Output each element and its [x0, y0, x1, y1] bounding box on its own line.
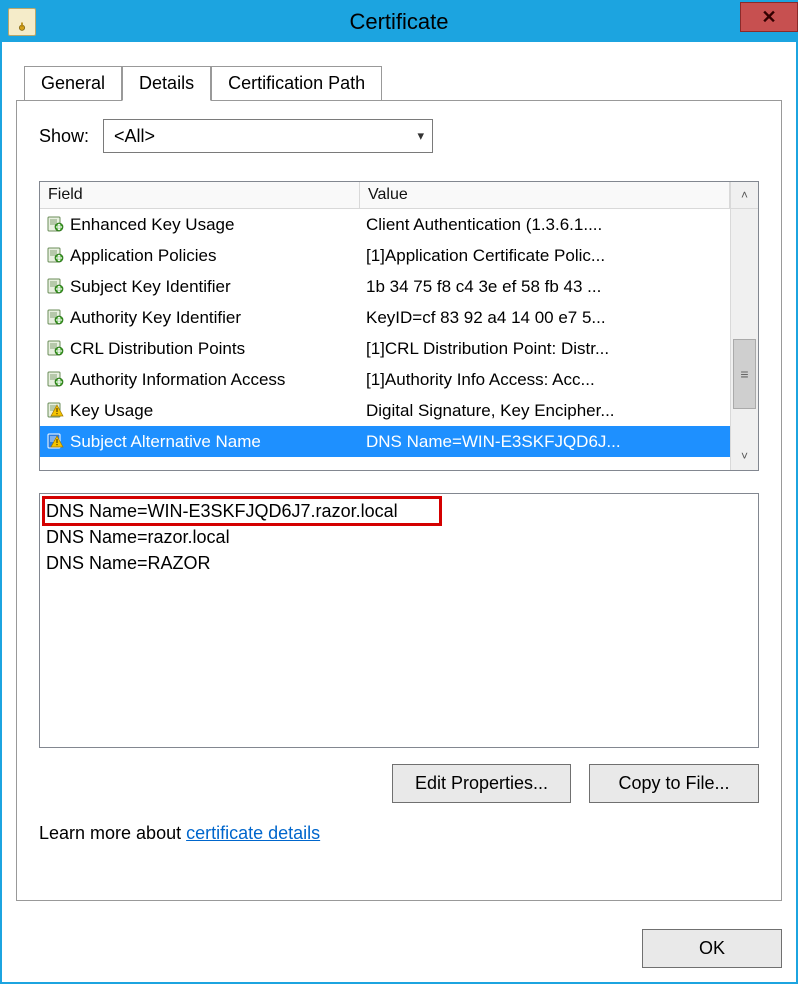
row-field: CRL Distribution Points	[68, 339, 360, 359]
titlebar: Certificate ✕	[2, 2, 796, 42]
row-field: Enhanced Key Usage	[68, 215, 360, 235]
details-line: DNS Name=WIN-E3SKFJQD6J7.razor.local	[46, 498, 752, 524]
table-row[interactable]: Enhanced Key UsageClient Authentication …	[40, 209, 730, 240]
row-field: Authority Information Access	[68, 370, 360, 390]
tab-details[interactable]: Details	[122, 66, 211, 101]
tabstrip: General Details Certification Path	[24, 62, 782, 100]
list-header: Field Value ˄	[40, 182, 758, 209]
certificate-property-icon	[44, 247, 68, 265]
vertical-scrollbar[interactable]: ≡ ˅	[730, 209, 758, 470]
scroll-up-button[interactable]: ˄	[730, 182, 758, 208]
row-value: [1]CRL Distribution Point: Distr...	[360, 339, 730, 359]
certificate-property-icon	[44, 371, 68, 389]
details-line: DNS Name=RAZOR	[46, 550, 752, 576]
row-value: Digital Signature, Key Encipher...	[360, 401, 730, 421]
close-icon: ✕	[761, 7, 776, 28]
table-row[interactable]: Authority Key IdentifierKeyID=cf 83 92 a…	[40, 302, 730, 333]
certificate-property-icon	[44, 216, 68, 234]
learn-more-prefix: Learn more about	[39, 823, 186, 843]
client-area: General Details Certification Path Show:…	[2, 42, 796, 915]
certificate-property-icon	[44, 278, 68, 296]
row-value: DNS Name=WIN-E3SKFJQD6J...	[360, 432, 730, 452]
copy-to-file-button[interactable]: Copy to File...	[589, 764, 759, 803]
certificate-details-link[interactable]: certificate details	[186, 823, 320, 843]
table-row[interactable]: CRL Distribution Points[1]CRL Distributi…	[40, 333, 730, 364]
certificate-property-icon	[44, 340, 68, 358]
column-field[interactable]: Field	[40, 182, 360, 208]
show-selected-value: <All>	[114, 126, 155, 147]
row-value: Client Authentication (1.3.6.1....	[360, 215, 730, 235]
table-row[interactable]: Subject Key Identifier1b 34 75 f8 c4 3e …	[40, 271, 730, 302]
details-textbox[interactable]: DNS Name=WIN-E3SKFJQD6J7.razor.localDNS …	[39, 493, 759, 748]
button-row: Edit Properties... Copy to File...	[39, 764, 759, 803]
chevron-down-icon: ▾	[418, 128, 425, 144]
row-value: KeyID=cf 83 92 a4 14 00 e7 5...	[360, 308, 730, 328]
tab-general[interactable]: General	[24, 66, 122, 100]
details-panel: Show: <All> ▾ Field Value ˄ Enhanced Key…	[16, 100, 782, 901]
scrollbar-thumb[interactable]: ≡	[733, 339, 756, 409]
dialog-footer: OK	[2, 915, 796, 982]
ok-button[interactable]: OK	[642, 929, 782, 968]
edit-properties-button[interactable]: Edit Properties...	[392, 764, 571, 803]
table-row[interactable]: Key UsageDigital Signature, Key Encipher…	[40, 395, 730, 426]
show-row: Show: <All> ▾	[39, 119, 759, 153]
certificate-property-icon	[44, 309, 68, 327]
rows-container: Enhanced Key UsageClient Authentication …	[40, 209, 730, 470]
scrollbar-track[interactable]: ≡	[731, 209, 758, 442]
certificate-app-icon	[8, 8, 36, 36]
tab-certification-path[interactable]: Certification Path	[211, 66, 382, 100]
fields-listbox: Field Value ˄ Enhanced Key UsageClient A…	[39, 181, 759, 471]
table-row[interactable]: Application Policies[1]Application Certi…	[40, 240, 730, 271]
list-body: Enhanced Key UsageClient Authentication …	[40, 209, 758, 470]
certificate-dialog: Certificate ✕ General Details Certificat…	[0, 0, 798, 984]
row-field: Authority Key Identifier	[68, 308, 360, 328]
row-field: Subject Alternative Name	[68, 432, 360, 452]
show-select[interactable]: <All> ▾	[103, 119, 433, 153]
details-lines: DNS Name=WIN-E3SKFJQD6J7.razor.localDNS …	[46, 498, 752, 576]
table-row[interactable]: Authority Information Access[1]Authority…	[40, 364, 730, 395]
row-value: [1]Authority Info Access: Acc...	[360, 370, 730, 390]
row-value: [1]Application Certificate Polic...	[360, 246, 730, 266]
learn-more: Learn more about certificate details	[39, 823, 759, 844]
certificate-property-icon	[44, 433, 68, 451]
window-title: Certificate	[2, 9, 796, 35]
table-row[interactable]: Subject Alternative NameDNS Name=WIN-E3S…	[40, 426, 730, 457]
row-field: Key Usage	[68, 401, 360, 421]
row-field: Application Policies	[68, 246, 360, 266]
close-button[interactable]: ✕	[740, 2, 798, 32]
column-value[interactable]: Value	[360, 182, 730, 208]
scroll-down-button[interactable]: ˅	[731, 442, 758, 470]
details-line: DNS Name=razor.local	[46, 524, 752, 550]
row-value: 1b 34 75 f8 c4 3e ef 58 fb 43 ...	[360, 277, 730, 297]
row-field: Subject Key Identifier	[68, 277, 360, 297]
show-label: Show:	[39, 126, 89, 147]
certificate-property-icon	[44, 402, 68, 420]
